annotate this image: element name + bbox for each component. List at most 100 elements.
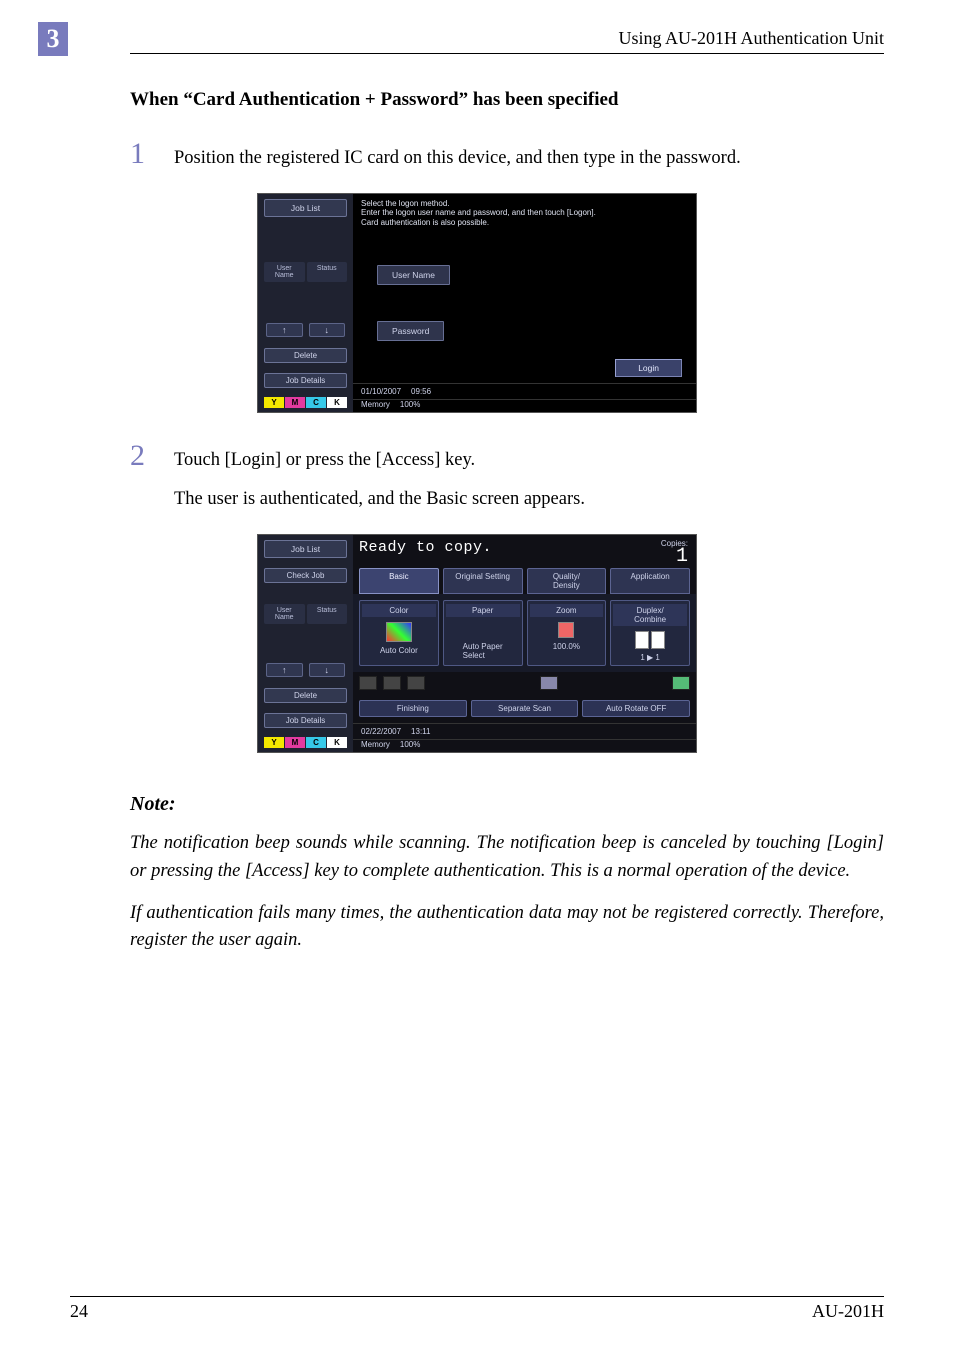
step-text: Position the registered IC card on this … [174, 145, 741, 173]
toner-y-icon: Y [264, 397, 284, 408]
memory-value: 100% [400, 400, 420, 409]
page-icon [651, 631, 665, 649]
toner-c-icon: C [306, 737, 326, 748]
zoom-tile[interactable]: Zoom 100.0% [527, 600, 607, 666]
paper-tile[interactable]: Paper Auto Paper Select [443, 600, 523, 666]
ready-message: Ready to copy. [359, 539, 492, 556]
arrow-up-icon[interactable]: ↑ [266, 323, 303, 337]
toner-indicator: Y M C K [264, 737, 347, 748]
check-job-button[interactable]: Check Job [264, 568, 347, 583]
status-tab[interactable]: Status [307, 262, 348, 282]
zoom-icon [558, 622, 574, 638]
status-tab[interactable]: Status [307, 604, 348, 624]
step-1: 1 Position the registered IC card on thi… [130, 139, 884, 173]
user-status-tabs[interactable]: User Name Status [264, 604, 347, 624]
arrow-down-icon[interactable]: ↓ [309, 663, 346, 677]
status-time: 09:56 [411, 387, 431, 396]
toner-indicator: Y M C K [264, 397, 347, 408]
tab-quality-density[interactable]: Quality/ Density [527, 568, 607, 594]
sidebar: Job List User Name Status ↑ ↓ Delete Job… [258, 194, 353, 412]
toner-m-icon: M [285, 397, 305, 408]
running-header: Using AU-201H Authentication Unit [130, 28, 884, 54]
color-value: Auto Color [380, 646, 418, 655]
step-text: The user is authenticated, and the Basic… [174, 486, 585, 514]
step-text: Touch [Login] or press the [Access] key. [174, 447, 585, 475]
color-label: Color [362, 604, 436, 617]
job-list-button[interactable]: Job List [264, 199, 347, 217]
section-heading: When “Card Authentication + Password” ha… [130, 89, 884, 111]
step-2: 2 Touch [Login] or press the [Access] ke… [130, 441, 884, 515]
status-bar: 01/10/2007 09:56 [353, 383, 696, 399]
step-body: Touch [Login] or press the [Access] key.… [174, 441, 585, 515]
toner-k-icon: K [327, 737, 347, 748]
paper-label: Paper [446, 604, 520, 617]
finishing-button[interactable]: Finishing [359, 700, 467, 717]
password-button[interactable]: Password [377, 321, 444, 341]
memory-label: Memory [361, 400, 390, 409]
scan-icon [540, 676, 558, 690]
login-button[interactable]: Login [615, 359, 682, 377]
staple-icon [359, 676, 377, 690]
rotate-icon [672, 676, 690, 690]
copies-value: 1 [661, 548, 688, 566]
username-button[interactable]: User Name [377, 265, 450, 285]
duplex-label: Duplex/ Combine [613, 604, 687, 626]
username-row: User Name [377, 265, 696, 285]
status-bar-2: Memory 100% [353, 399, 696, 412]
toner-m-icon: M [285, 737, 305, 748]
toner-y-icon: Y [264, 737, 284, 748]
copies-indicator: Copies: 1 [661, 539, 688, 566]
fold-icon [407, 676, 425, 690]
delete-button[interactable]: Delete [264, 688, 347, 703]
screenshot-basic: Job List Check Job User Name Status ↑ ↓ … [257, 534, 697, 753]
tab-application[interactable]: Application [610, 568, 690, 594]
note-paragraph: If authentication fails many times, the … [130, 900, 884, 956]
main-panel: Select the logon method. Enter the logon… [353, 194, 696, 412]
toner-k-icon: K [327, 397, 347, 408]
step-number: 2 [130, 441, 174, 515]
main-tabs: Basic Original Setting Quality/ Density … [353, 568, 696, 594]
arrow-up-icon[interactable]: ↑ [266, 663, 303, 677]
user-status-tabs[interactable]: User Name Status [264, 262, 347, 282]
job-list-button[interactable]: Job List [264, 540, 347, 558]
color-icon [386, 622, 412, 642]
note-heading: Note: [130, 793, 884, 816]
user-name-tab[interactable]: User Name [264, 604, 305, 624]
delete-button[interactable]: Delete [264, 348, 347, 363]
toner-c-icon: C [306, 397, 326, 408]
sidebar: Job List Check Job User Name Status ↑ ↓ … [258, 535, 353, 752]
scroll-arrows: ↑ ↓ [266, 323, 345, 337]
page: 3 Using AU-201H Authentication Unit When… [0, 0, 954, 955]
user-name-tab[interactable]: User Name [264, 262, 305, 282]
memory-label: Memory [361, 740, 390, 749]
setting-tiles: Color Auto Color Paper Auto Paper Select… [353, 594, 696, 672]
tab-basic[interactable]: Basic [359, 568, 439, 594]
separate-scan-button[interactable]: Separate Scan [471, 700, 579, 717]
password-row: Password [377, 321, 696, 341]
chapter-tab: 3 [38, 22, 68, 56]
job-details-button[interactable]: Job Details [264, 713, 347, 728]
arrow-down-icon[interactable]: ↓ [309, 323, 346, 337]
paper-value: Auto Paper Select [463, 642, 503, 660]
msg-line2: Enter the logon user name and password, … [361, 208, 688, 218]
duplex-value: 1 ▶ 1 [640, 653, 660, 662]
auto-rotate-button[interactable]: Auto Rotate OFF [582, 700, 690, 717]
main-panel: Ready to copy. Copies: 1 Basic Original … [353, 535, 696, 752]
job-details-button[interactable]: Job Details [264, 373, 347, 388]
tab-original-setting[interactable]: Original Setting [443, 568, 523, 594]
header-title: Using AU-201H Authentication Unit [619, 28, 884, 49]
duplex-tile[interactable]: Duplex/ Combine 1 ▶ 1 [610, 600, 690, 666]
page-footer: 24 AU-201H [70, 1296, 884, 1322]
page-icon [635, 631, 649, 649]
login-message: Select the logon method. Enter the logon… [353, 194, 696, 233]
status-bar: 02/22/2007 13:11 [353, 723, 696, 739]
msg-line1: Select the logon method. [361, 199, 688, 209]
status-bar-2: Memory 100% [353, 739, 696, 752]
bottom-controls: Finishing Separate Scan Auto Rotate OFF [353, 694, 696, 723]
status-date: 01/10/2007 [361, 387, 401, 396]
color-tile[interactable]: Color Auto Color [359, 600, 439, 666]
status-time: 13:11 [411, 727, 430, 736]
note-paragraph: The notification beep sounds while scann… [130, 830, 884, 886]
msg-line3: Card authentication is also possible. [361, 218, 688, 228]
step-number: 1 [130, 139, 174, 173]
